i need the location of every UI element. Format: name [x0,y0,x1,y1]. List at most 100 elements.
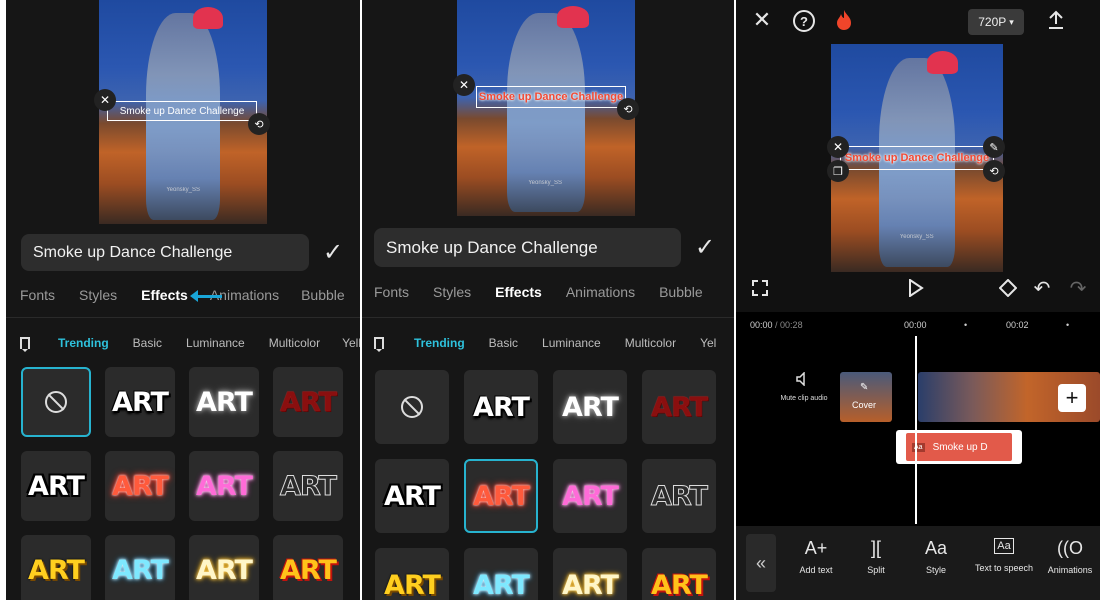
category-luminance[interactable]: Luminance [542,336,601,350]
fire-icon[interactable] [834,8,854,32]
effect-tile[interactable]: ART [273,535,343,600]
effect-tile[interactable]: ART [105,367,175,437]
collapse-icon: « [755,552,766,573]
speaker-icon [774,371,834,389]
effect-tile[interactable]: ART [21,535,91,600]
tool-label: Add text [799,565,833,575]
category-multicolor[interactable]: Multicolor [269,336,320,350]
none-icon [401,396,423,418]
effect-tile-selected[interactable]: ART [464,459,538,533]
category-multicolor[interactable]: Multicolor [625,336,676,350]
tab-animations[interactable]: Animations [566,284,635,300]
close-icon: ✕ [832,140,844,154]
keyframe-icon[interactable] [998,278,1018,298]
effect-tile[interactable]: ART [189,367,259,437]
category-basic[interactable]: Basic [489,336,518,350]
tab-effects[interactable]: Effects [495,284,542,300]
tab-styles[interactable]: Styles [433,284,471,300]
effect-tile[interactable]: ART [105,535,175,600]
delete-text-handle[interactable]: ✕ [453,74,475,96]
rotate-icon: ⟲ [254,118,264,131]
effect-none[interactable] [21,367,91,437]
playhead[interactable] [915,336,917,524]
effect-tile[interactable]: ART [189,535,259,600]
effect-tile[interactable]: ART [21,451,91,521]
add-clip-button[interactable]: + [1058,384,1086,412]
tab-bubble[interactable]: Bubble [301,287,345,303]
duplicate-text-handle[interactable]: ❐ [827,160,849,182]
delete-text-handle[interactable]: ✕ [94,89,116,111]
effect-tile[interactable]: ART [642,370,716,444]
tool-style[interactable]: Aa Style [916,538,956,575]
fullscreen-icon[interactable] [750,278,770,298]
caption-textbox[interactable]: Smoke up Dance Challenge [476,86,626,108]
rotate-text-handle[interactable]: ⟲ [617,98,639,120]
effect-tile[interactable]: ART [189,451,259,521]
tool-split[interactable]: ][ Split [856,538,896,575]
effect-tile[interactable]: ART [375,548,449,600]
timeline[interactable]: 00:00 / 00:28 00:00 • 00:02 • Mute clip … [736,312,1100,526]
tool-text-to-speech[interactable]: Aa Text to speech [968,538,1040,573]
bookmark-icon[interactable] [374,337,384,352]
effect-tile[interactable]: ART [464,370,538,444]
category-luminance[interactable]: Luminance [186,336,245,350]
effect-tile[interactable]: ART [105,451,175,521]
collapse-button[interactable]: « [746,534,776,592]
effect-none[interactable] [375,370,449,444]
effect-tile[interactable]: ART [464,548,538,600]
bookmark-icon[interactable] [20,337,30,352]
effect-tile[interactable]: ART [553,370,627,444]
duplicate-icon: ❐ [833,165,843,178]
category-yellow[interactable]: Yel [700,336,716,350]
category-basic[interactable]: Basic [133,336,162,350]
tab-styles[interactable]: Styles [79,287,117,303]
cover-thumbnail[interactable]: ✎ Cover [840,372,892,422]
check-icon[interactable]: ✓ [323,238,343,267]
close-icon[interactable]: ✕ [750,7,774,32]
effect-tile[interactable]: ART [273,367,343,437]
effect-tile[interactable]: ART [642,548,716,600]
category-trending[interactable]: Trending [414,336,465,350]
text-input-value: Smoke up Dance Challenge [33,243,233,261]
effect-tile[interactable]: ART [642,459,716,533]
text-input-value: Smoke up Dance Challenge [386,237,598,257]
tab-effects[interactable]: Effects [141,287,188,303]
split-icon: ][ [870,538,881,558]
tab-bubble[interactable]: Bubble [659,284,703,300]
category-yellow[interactable]: Yell [342,336,360,350]
rotate-text-handle[interactable]: ⟲ [983,160,1005,182]
close-icon: ✕ [458,78,470,92]
bottom-toolbar: « A+ Add text ][ Split Aa Style Aa Text … [736,526,1100,600]
redo-icon[interactable]: ↷ [1068,278,1088,300]
panel-editor: ✕ ? 720P ▾ Yeonsky_SS Smoke up Dance Cha… [736,0,1100,600]
effect-tile[interactable]: ART [273,451,343,521]
caption-textbox[interactable]: Smoke up Dance Challenge [840,146,994,170]
text-input[interactable]: Smoke up Dance Challenge [21,234,309,271]
delete-text-handle[interactable]: ✕ [827,136,849,158]
edit-icon: ✎ [860,382,869,393]
category-trending[interactable]: Trending [58,336,109,350]
effect-tile[interactable]: ART [553,548,627,600]
tool-label: Style [925,565,946,575]
tool-add-text[interactable]: A+ Add text [794,538,838,575]
edit-text-handle[interactable]: ✎ [983,136,1005,158]
mute-clip-audio[interactable]: Mute clip audio [774,371,834,402]
resolution-button[interactable]: 720P ▾ [968,9,1024,35]
tab-fonts[interactable]: Fonts [20,287,55,303]
undo-icon[interactable]: ↶ [1032,278,1052,300]
caption-textbox[interactable]: Smoke up Dance Challenge [107,101,257,121]
help-icon[interactable]: ? [793,10,815,32]
upload-icon[interactable] [1044,8,1068,32]
check-icon[interactable]: ✓ [695,233,715,262]
time-current: 00:00 [750,320,773,330]
text-input[interactable]: Smoke up Dance Challenge [374,228,681,267]
effect-tile[interactable]: ART [553,459,627,533]
resolution-value: 720P [978,15,1007,29]
mute-label: Mute clip audio [780,395,828,402]
play-icon[interactable] [906,278,926,298]
tab-fonts[interactable]: Fonts [374,284,409,300]
tool-animations[interactable]: ((O Animations [1042,538,1098,575]
effect-tile[interactable]: ART [375,459,449,533]
watermark: Yeonsky_SS [166,186,200,193]
rotate-text-handle[interactable]: ⟲ [248,113,270,135]
